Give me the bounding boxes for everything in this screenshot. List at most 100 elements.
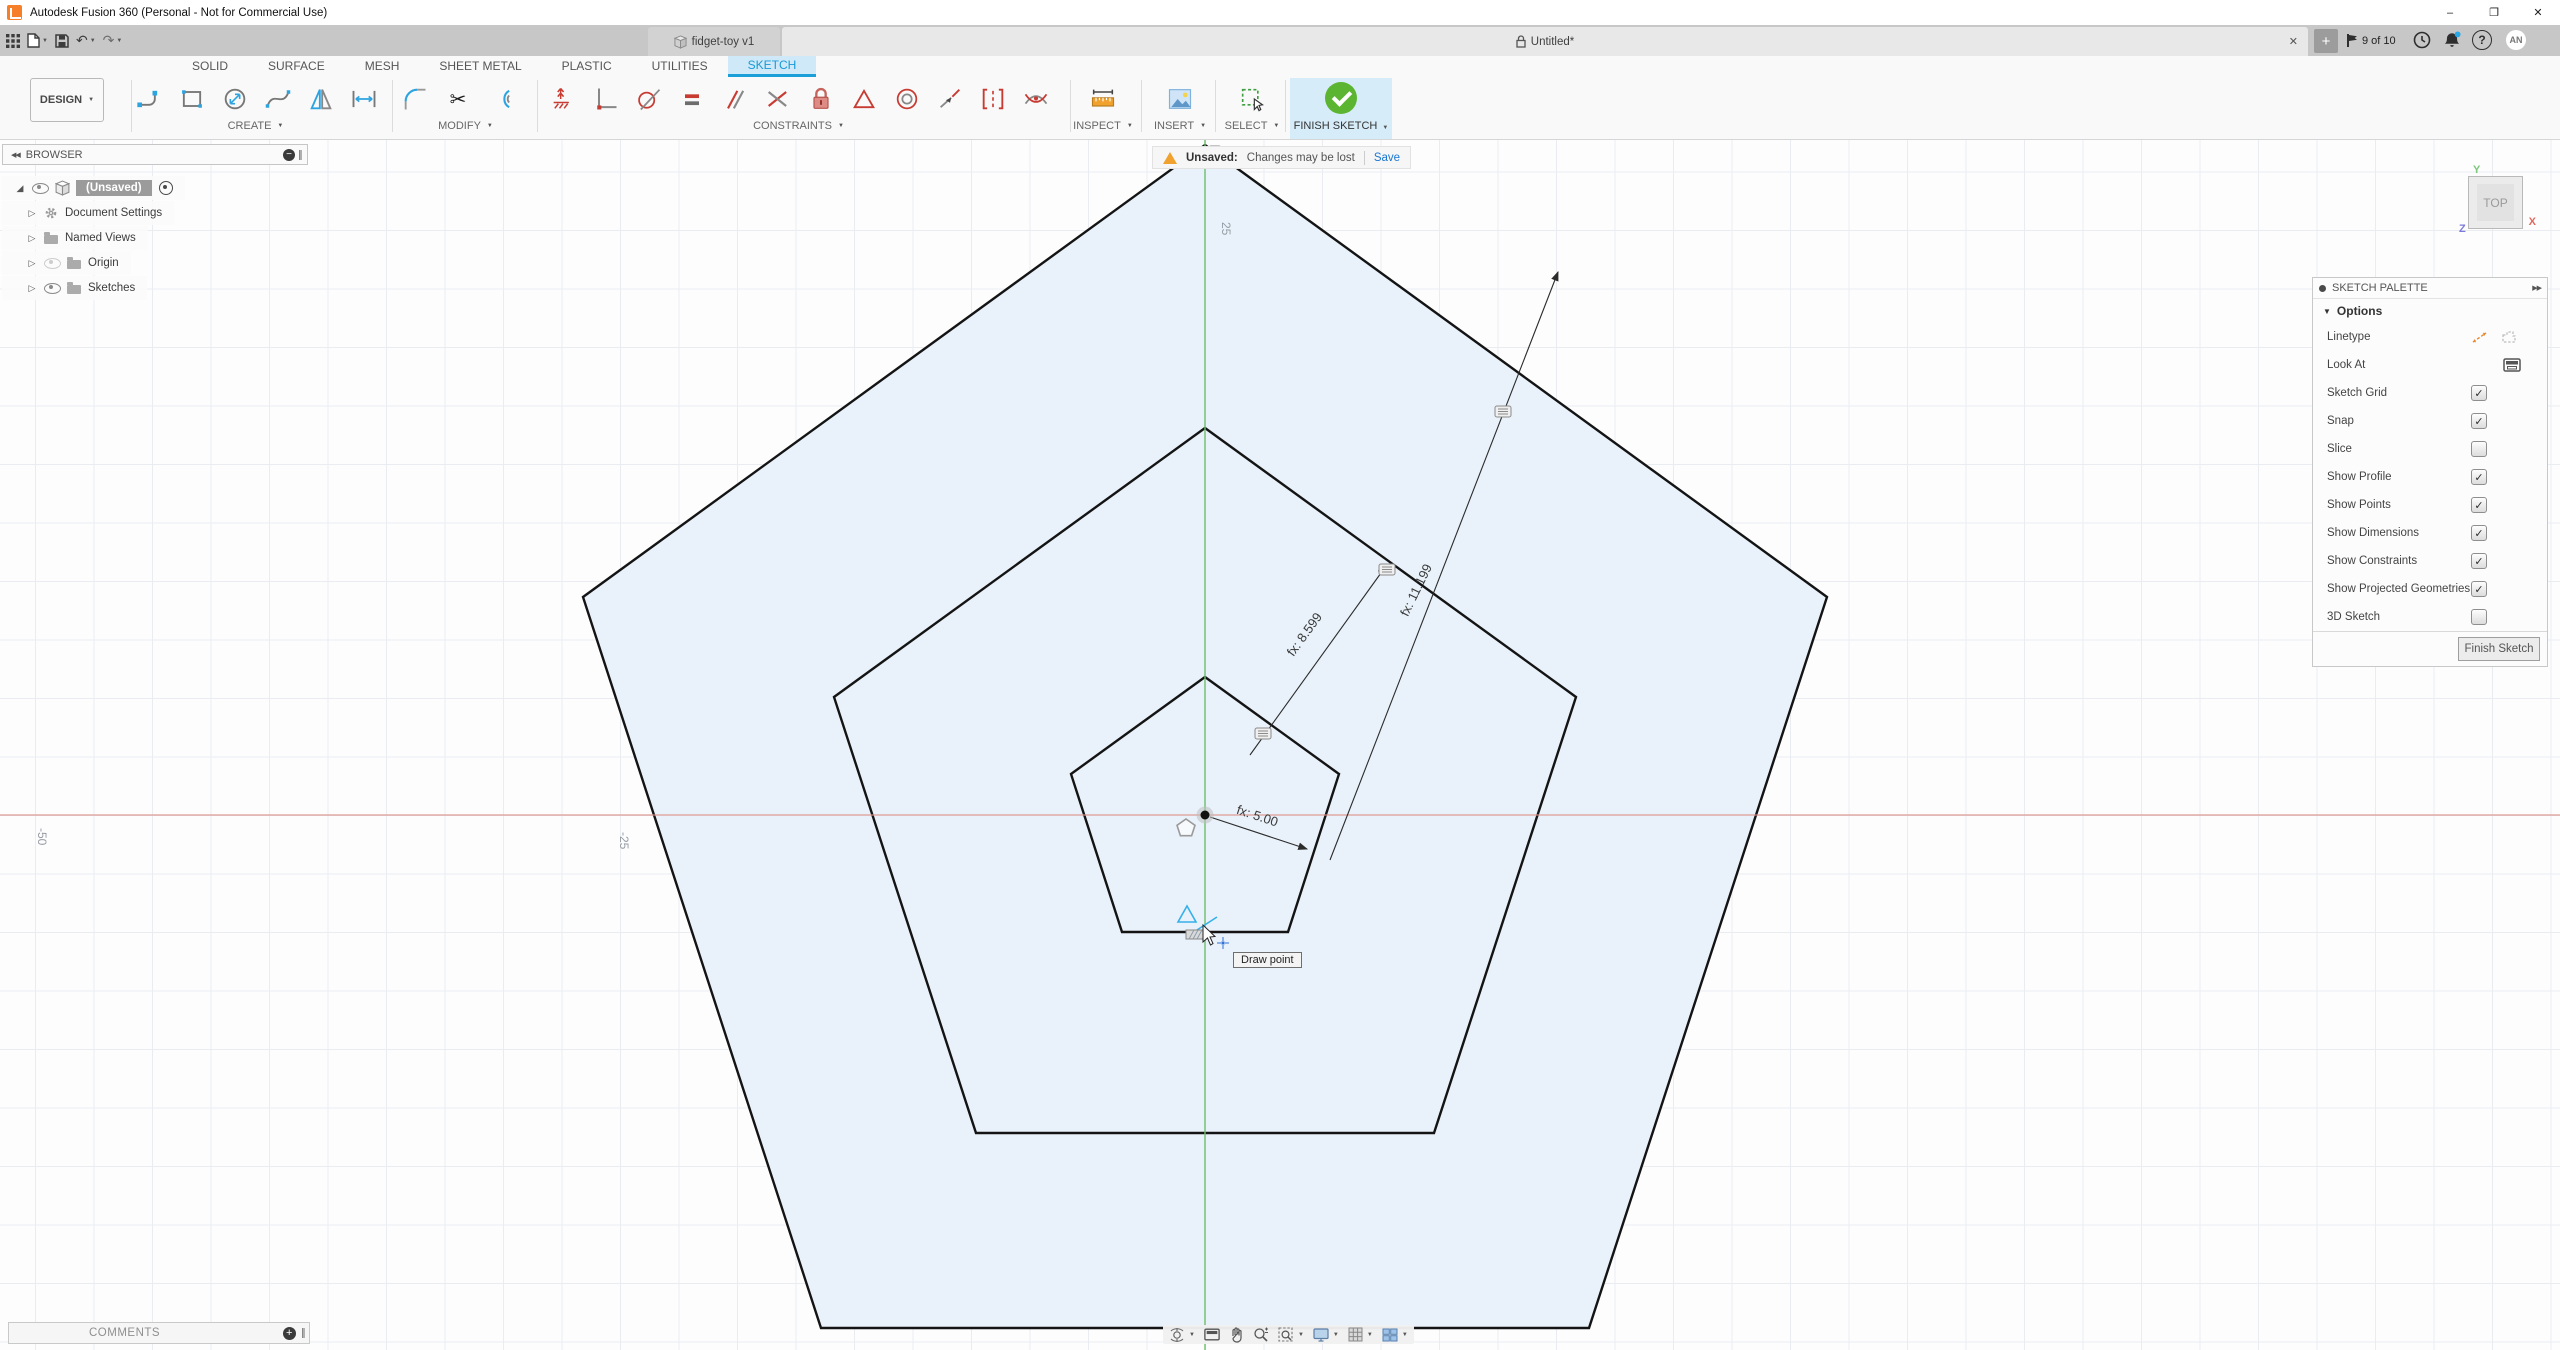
expander-closed-icon[interactable]: ▷ <box>26 233 38 244</box>
create-group-label[interactable]: CREATE▼ <box>134 120 377 132</box>
display-settings-tool[interactable]: ▼ <box>1313 1328 1339 1342</box>
select-group-label[interactable]: SELECT▼ <box>1222 120 1282 132</box>
expander-closed-icon[interactable]: ▷ <box>26 283 38 294</box>
finish-sketch-button[interactable]: FINISH SKETCH ▼ <box>1290 78 1392 139</box>
show-dimensions-checkbox[interactable]: ✓ <box>2471 525 2487 541</box>
show-profile-checkbox[interactable]: ✓ <box>2471 469 2487 485</box>
sketch-canvas[interactable]: -50 -25 25 fx: 8.599 fx: 11.199 fx: 5.00 <box>0 140 2560 1350</box>
pan-tool[interactable] <box>1229 1327 1244 1343</box>
design-workspace-button[interactable]: DESIGN▼ <box>30 78 104 122</box>
measure-tool-icon[interactable] <box>1088 82 1118 116</box>
tab-plastic[interactable]: PLASTIC <box>542 56 632 77</box>
lock-constraint-icon[interactable] <box>806 82 836 116</box>
rectangle-tool-icon[interactable] <box>177 82 207 116</box>
show-projected-geometries-checkbox[interactable]: ✓ <box>2471 581 2487 597</box>
sketch-dimension-tool-icon[interactable] <box>349 82 379 116</box>
root-document-label[interactable]: (Unsaved) <box>76 180 152 196</box>
activate-radio-icon[interactable] <box>159 181 173 195</box>
document-tab-fidget-toy[interactable]: fidget-toy v1 <box>648 27 780 56</box>
visibility-eye-icon[interactable] <box>44 283 61 294</box>
browser-minus-icon[interactable]: − <box>283 149 295 161</box>
constraint-badge-3[interactable] <box>1495 406 1511 417</box>
tab-sheet-metal[interactable]: SHEET METAL <box>419 56 541 77</box>
constraint-badge-2[interactable] <box>1379 564 1395 575</box>
browser-header[interactable]: ◀◀ BROWSER − <box>2 144 308 165</box>
tangent-constraint-icon[interactable] <box>634 82 664 116</box>
tab-surface[interactable]: SURFACE <box>248 56 345 77</box>
expander-closed-icon[interactable]: ▷ <box>26 258 38 269</box>
tab-utilities[interactable]: UTILITIES <box>632 56 728 77</box>
circle-tool-icon[interactable] <box>220 82 250 116</box>
tree-item-document-settings[interactable]: ▷ Document Settings <box>2 201 174 225</box>
curvature-constraint-icon[interactable] <box>1021 82 1051 116</box>
help-icon[interactable]: ? <box>2472 30 2492 50</box>
undo-icon[interactable]: ↶▼ <box>76 32 96 49</box>
save-link[interactable]: Save <box>1374 152 1400 164</box>
constraint-badge-1[interactable] <box>1255 728 1271 739</box>
mirror-tool-icon[interactable] <box>306 82 336 116</box>
comments-bar[interactable]: COMMENTS + <box>8 1322 310 1344</box>
fit-tool[interactable]: ▼ <box>1278 1327 1304 1343</box>
expand-panel-icon[interactable]: ▶▶ <box>2532 284 2541 292</box>
visibility-eye-off-icon[interactable] <box>44 258 61 269</box>
perpendicular-constraint-icon[interactable] <box>591 82 621 116</box>
save-icon[interactable] <box>55 34 69 48</box>
view-cube[interactable]: TOP Y X Z <box>2468 176 2523 229</box>
zoom-tool[interactable] <box>1253 1327 1269 1343</box>
orbit-tool[interactable]: ▼ <box>1169 1327 1195 1343</box>
constraints-group-label[interactable]: CONSTRAINTS▼ <box>548 120 1049 132</box>
tab-close-icon[interactable]: ✕ <box>2289 35 2298 48</box>
concentric-constraint-icon[interactable] <box>892 82 922 116</box>
visibility-eye-icon[interactable] <box>32 183 49 194</box>
data-panel-grid-icon[interactable] <box>6 34 20 48</box>
3d-sketch-checkbox[interactable] <box>2471 609 2487 625</box>
expander-closed-icon[interactable]: ▷ <box>26 208 38 219</box>
look-at-tool[interactable] <box>1204 1328 1220 1341</box>
new-tab-button[interactable]: + <box>2314 29 2338 53</box>
comments-scrollbar[interactable] <box>302 1328 305 1338</box>
grid-snap-settings-tool[interactable]: ▼ <box>1348 1327 1373 1342</box>
insert-group-label[interactable]: INSERT▼ <box>1150 120 1210 132</box>
options-section-header[interactable]: ▼ Options <box>2313 299 2547 323</box>
file-menu-icon[interactable]: ▼ <box>27 33 48 48</box>
line-tool-icon[interactable] <box>134 82 164 116</box>
symmetric-triangle-constraint-icon[interactable] <box>849 82 879 116</box>
view-cube-face[interactable]: TOP <box>2477 184 2514 221</box>
collapse-panel-icon[interactable]: ◀◀ <box>11 151 20 159</box>
origin-point[interactable] <box>1201 811 1210 820</box>
browser-scrollbar[interactable] <box>299 150 302 160</box>
select-tool-icon[interactable] <box>1237 82 1267 116</box>
collinear-constraint-icon[interactable] <box>763 82 793 116</box>
add-comment-icon[interactable]: + <box>283 1327 296 1340</box>
sketch-grid-checkbox[interactable]: ✓ <box>2471 385 2487 401</box>
sketch-palette-header[interactable]: SKETCH PALETTE ▶▶ <box>2313 278 2547 299</box>
expander-open-icon[interactable]: ◢ <box>14 183 26 194</box>
fix-constraint-icon[interactable] <box>548 82 578 116</box>
show-constraints-checkbox[interactable]: ✓ <box>2471 553 2487 569</box>
offset-tool-icon[interactable] <box>486 82 516 116</box>
tree-item-origin[interactable]: ▷ Origin <box>2 251 131 275</box>
slice-checkbox[interactable] <box>2471 441 2487 457</box>
tab-solid[interactable]: SOLID <box>172 56 248 77</box>
fixed-linetype-icon[interactable] <box>2500 329 2517 346</box>
inspect-group-label[interactable]: INSPECT▼ <box>1073 120 1133 132</box>
viewports-tool[interactable]: ▼ <box>1382 1328 1408 1342</box>
user-avatar[interactable]: AN <box>2506 30 2526 50</box>
midpoint-constraint-icon[interactable] <box>935 82 965 116</box>
modify-group-label[interactable]: MODIFY▼ <box>400 120 531 132</box>
job-status-icon[interactable] <box>2412 30 2432 50</box>
finish-sketch-palette-button[interactable]: Finish Sketch <box>2458 637 2540 661</box>
notifications-bell-icon[interactable] <box>2442 30 2462 50</box>
fillet-tool-icon[interactable] <box>400 82 430 116</box>
maximize-button[interactable]: ❐ <box>2472 0 2516 25</box>
tree-item-named-views[interactable]: ▷ Named Views <box>2 226 148 250</box>
look-at-icon[interactable] <box>2503 358 2521 372</box>
show-points-checkbox[interactable]: ✓ <box>2471 497 2487 513</box>
tab-sketch[interactable]: SKETCH <box>728 56 817 77</box>
parallel-constraint-icon[interactable] <box>720 82 750 116</box>
redo-icon[interactable]: ↷▼ <box>103 32 123 49</box>
equal-constraint-icon[interactable] <box>677 82 707 116</box>
snap-checkbox[interactable]: ✓ <box>2471 413 2487 429</box>
tab-mesh[interactable]: MESH <box>345 56 420 77</box>
insert-image-icon[interactable] <box>1165 82 1195 116</box>
